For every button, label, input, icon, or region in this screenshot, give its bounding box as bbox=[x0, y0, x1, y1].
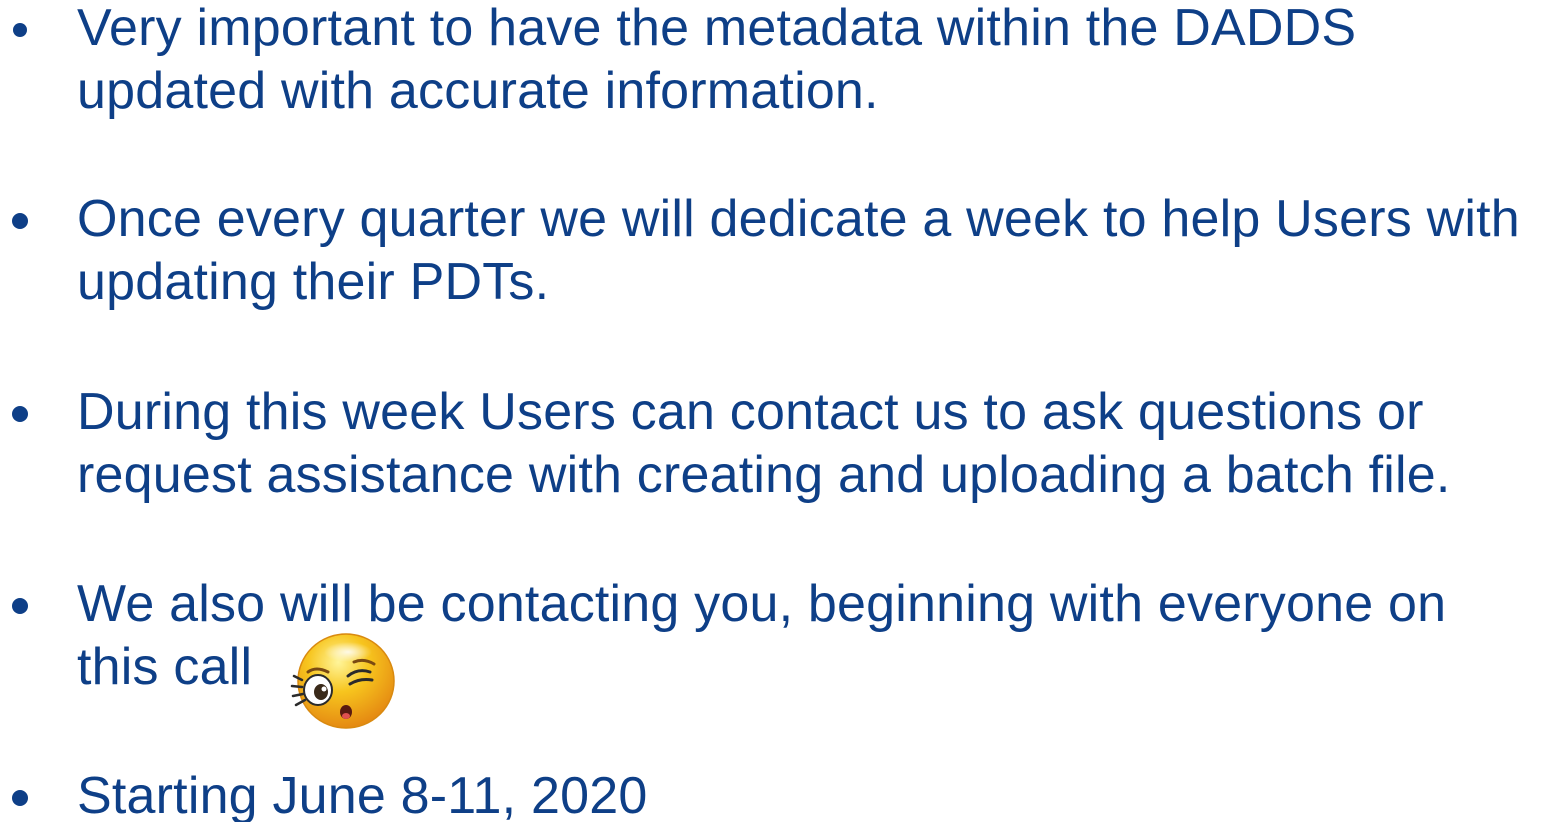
bullet-dot bbox=[12, 790, 28, 806]
bullet-text-line: We also will be contacting you, beginnin… bbox=[77, 575, 1447, 633]
bullet-text-line: During this week Users can contact us to… bbox=[77, 383, 1424, 441]
winking-face-icon bbox=[290, 633, 395, 729]
bullet-dot bbox=[12, 406, 28, 422]
bullet-text-line: this call bbox=[77, 638, 253, 696]
bullet-text-line: updated with accurate information. bbox=[77, 62, 879, 120]
bullet-dot bbox=[12, 598, 28, 614]
bullet-text-line: Once every quarter we will dedicate a we… bbox=[77, 190, 1520, 248]
slide: Very important to have the metadata with… bbox=[0, 0, 1556, 822]
bullet-text-line: Starting June 8-11, 2020 bbox=[77, 767, 648, 822]
bullet-text-line: request assistance with creating and upl… bbox=[77, 446, 1451, 504]
bullet-text-line: updating their PDTs. bbox=[77, 253, 550, 311]
bullet-dot bbox=[13, 23, 27, 37]
bullet-text-line: Very important to have the metadata with… bbox=[77, 0, 1357, 57]
bullet-dot bbox=[12, 213, 28, 229]
